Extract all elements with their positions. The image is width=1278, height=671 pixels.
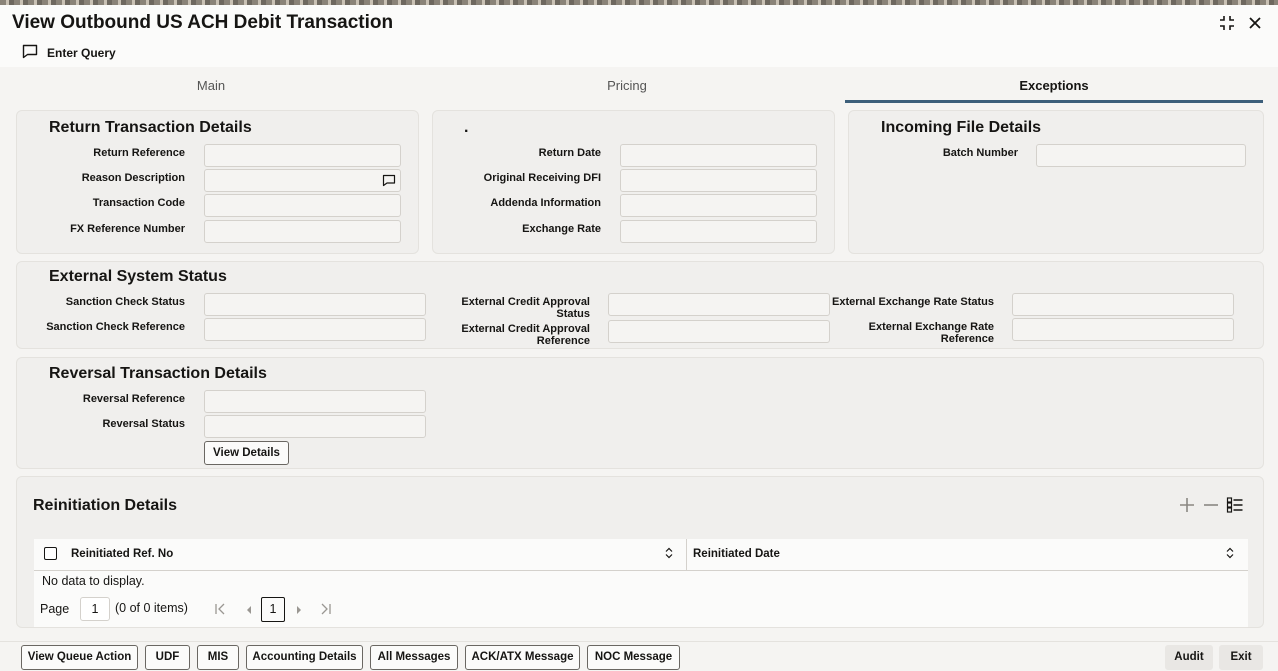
pager-page-input[interactable]: 1	[80, 597, 110, 621]
footer-bar: View Queue Action UDF MIS Accounting Det…	[0, 641, 1278, 671]
tab-pricing[interactable]: Pricing	[418, 69, 836, 103]
comment-icon	[22, 44, 38, 62]
batch-number-input[interactable]	[1036, 144, 1246, 167]
reversal-status-input[interactable]	[204, 415, 426, 438]
column-header-ref-no[interactable]: Reinitiated Ref. No	[71, 548, 173, 560]
ext-fx-reference-input[interactable]	[1012, 318, 1234, 341]
last-page-icon[interactable]	[320, 603, 332, 618]
pager-current-page[interactable]: 1	[261, 597, 285, 622]
enter-query-label: Enter Query	[47, 46, 116, 60]
view-queue-action-button[interactable]: View Queue Action	[21, 645, 138, 670]
exit-button[interactable]: Exit	[1219, 645, 1263, 670]
original-receiving-dfi-label: Original Receiving DFI	[483, 172, 601, 184]
ack-atx-message-button[interactable]: ACK/ATX Message	[465, 645, 580, 670]
batch-number-label: Batch Number	[942, 147, 1018, 159]
return-date-label: Return Date	[538, 147, 601, 159]
toolbar: Enter Query	[0, 39, 1278, 67]
external-status-title: External System Status	[49, 268, 227, 285]
ext-credit-status-line2: Status	[556, 308, 590, 320]
reversal-reference-label: Reversal Reference	[82, 393, 185, 405]
ext-credit-reference-label: External Credit Approval Reference	[440, 323, 590, 347]
ext-credit-status-line1: External Credit Approval	[461, 296, 590, 308]
reason-description-input[interactable]	[204, 169, 401, 192]
ext-fx-reference-line1: External Exchange Rate	[868, 321, 994, 333]
ext-credit-status-label: External Credit Approval Status	[440, 296, 590, 320]
empty-message: No data to display.	[42, 574, 145, 588]
noc-message-button[interactable]: NOC Message	[587, 645, 680, 670]
sanction-check-reference-input[interactable]	[204, 318, 426, 341]
fx-reference-number-label: FX Reference Number	[70, 223, 185, 235]
pager-items: (0 of 0 items)	[115, 601, 188, 615]
grid-actions	[1178, 496, 1244, 517]
mis-button[interactable]: MIS	[197, 645, 239, 670]
next-page-icon[interactable]	[294, 604, 304, 618]
sort-icon[interactable]	[664, 546, 674, 563]
view-details-button[interactable]: View Details	[204, 441, 289, 465]
addenda-information-input[interactable]	[620, 194, 817, 217]
addenda-information-label: Addenda Information	[490, 197, 601, 209]
reversal-status-label: Reversal Status	[102, 418, 185, 430]
select-all-checkbox[interactable]	[44, 547, 57, 560]
sort-icon[interactable]	[1225, 546, 1235, 563]
ext-fx-reference-line2: Reference	[940, 333, 994, 345]
ext-credit-reference-input[interactable]	[608, 320, 830, 343]
ext-credit-status-input[interactable]	[608, 293, 830, 316]
ext-fx-reference-label: External Exchange Rate Reference	[830, 321, 994, 345]
ext-fx-status-input[interactable]	[1012, 293, 1234, 316]
comment-icon[interactable]	[382, 174, 396, 190]
exchange-rate-label: Exchange Rate	[522, 223, 601, 235]
incoming-file-title: Incoming File Details	[881, 119, 1042, 136]
tab-main[interactable]: Main	[2, 69, 420, 103]
transaction-code-label: Transaction Code	[92, 197, 185, 209]
audit-button[interactable]: Audit	[1165, 645, 1213, 670]
enter-query-button[interactable]: Enter Query	[22, 44, 116, 62]
ext-credit-reference-line2: Reference	[536, 335, 590, 347]
udf-button[interactable]: UDF	[145, 645, 190, 670]
remove-icon[interactable]	[1202, 496, 1220, 517]
column-header-date[interactable]: Reinitiated Date	[693, 548, 780, 560]
first-page-icon[interactable]	[214, 603, 226, 618]
return-date-input[interactable]	[620, 144, 817, 167]
return-dates-title: .	[464, 119, 469, 136]
reason-description-label: Reason Description	[81, 172, 185, 184]
reversal-title: Reversal Transaction Details	[49, 365, 267, 382]
ext-fx-status-label: External Exchange Rate Status	[831, 296, 994, 308]
return-transaction-title: Return Transaction Details	[49, 119, 252, 136]
close-icon[interactable]	[1248, 16, 1262, 33]
reinitiation-title: Reinitiation Details	[33, 497, 178, 514]
window-title: View Outbound US ACH Debit Transaction	[12, 12, 394, 33]
fx-reference-number-input[interactable]	[204, 220, 401, 243]
column-divider	[686, 539, 687, 571]
minimize-icon[interactable]	[1218, 14, 1236, 35]
sanction-check-reference-label: Sanction Check Reference	[46, 321, 185, 333]
grid-body: No data to display. Page 1 (0 of 0 items…	[34, 571, 1248, 627]
tab-bar: Main Pricing Exceptions	[0, 69, 1278, 105]
title-bar: View Outbound US ACH Debit Transaction	[0, 5, 1278, 39]
sanction-check-status-label: Sanction Check Status	[65, 296, 185, 308]
accounting-details-button[interactable]: Accounting Details	[246, 645, 363, 670]
sanction-check-status-input[interactable]	[204, 293, 426, 316]
return-reference-input[interactable]	[204, 144, 401, 167]
column-manage-icon[interactable]	[1226, 496, 1244, 517]
reversal-reference-input[interactable]	[204, 390, 426, 413]
all-messages-button[interactable]: All Messages	[370, 645, 458, 670]
add-icon[interactable]	[1178, 496, 1196, 517]
return-reference-label: Return Reference	[93, 147, 185, 159]
ext-credit-reference-line1: External Credit Approval	[461, 323, 590, 335]
pager-page-label: Page	[40, 602, 70, 616]
grid-header: Reinitiated Ref. No Reinitiated Date	[34, 539, 1248, 571]
transaction-code-input[interactable]	[204, 194, 401, 217]
window-controls	[1218, 14, 1262, 35]
prev-page-icon[interactable]	[244, 604, 254, 618]
exchange-rate-input[interactable]	[620, 220, 817, 243]
original-receiving-dfi-input[interactable]	[620, 169, 817, 192]
tab-exceptions[interactable]: Exceptions	[845, 69, 1263, 103]
